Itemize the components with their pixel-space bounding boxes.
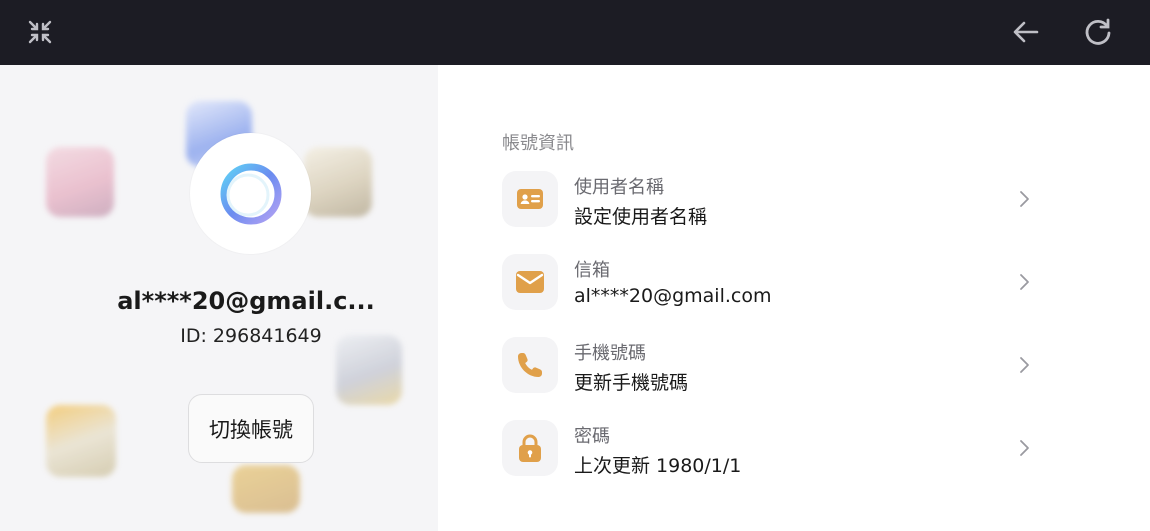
account-info-panel: 帳號資訊 使用者名稱 設定使用者名稱 信箱 al****20@gmail.com [438, 65, 1150, 531]
section-title: 帳號資訊 [502, 133, 574, 154]
top-bar [0, 0, 1150, 65]
profile-panel: al****20@gmail.c... ID: 296841649 切換帳號 [0, 65, 438, 531]
email-value: al****20@gmail.com [574, 285, 772, 307]
blurred-game-thumbnail [46, 405, 116, 477]
password-row[interactable]: 密碼 上次更新 1980/1/1 [502, 420, 1098, 478]
avatar [190, 133, 311, 254]
switch-account-button[interactable]: 切換帳號 [188, 394, 314, 463]
account-email: al****20@gmail.c... [117, 287, 375, 315]
phone-label: 手機號碼 [574, 343, 646, 364]
account-id: ID: 296841649 [180, 325, 322, 347]
lock-icon [502, 420, 558, 476]
chevron-right-icon [1020, 357, 1029, 373]
email-label: 信箱 [574, 260, 610, 281]
mail-icon [502, 254, 558, 310]
reload-icon[interactable] [1080, 14, 1116, 50]
blurred-game-thumbnail [304, 147, 372, 217]
phone-row[interactable]: 手機號碼 更新手機號碼 [502, 337, 1098, 395]
collapse-icon[interactable] [22, 14, 58, 50]
email-row[interactable]: 信箱 al****20@gmail.com [502, 254, 1098, 312]
blurred-game-thumbnail [232, 465, 300, 513]
chevron-right-icon [1020, 274, 1029, 290]
username-label: 使用者名稱 [574, 177, 664, 198]
password-label: 密碼 [574, 426, 610, 447]
username-row[interactable]: 使用者名稱 設定使用者名稱 [502, 171, 1098, 229]
back-arrow-icon[interactable] [1008, 14, 1044, 50]
password-value: 上次更新 1980/1/1 [574, 455, 742, 477]
phone-value: 更新手機號碼 [574, 372, 689, 394]
id-card-icon [502, 171, 558, 227]
chevron-right-icon [1020, 191, 1029, 207]
phone-icon [502, 337, 558, 393]
blurred-game-thumbnail [46, 147, 114, 217]
ring-logo-icon [220, 163, 281, 224]
username-value: 設定使用者名稱 [574, 206, 708, 228]
chevron-right-icon [1020, 440, 1029, 456]
